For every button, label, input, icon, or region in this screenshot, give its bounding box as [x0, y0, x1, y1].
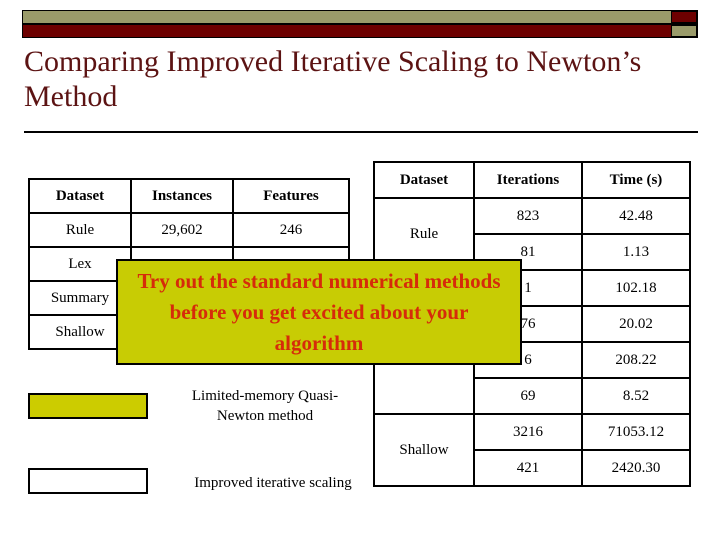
cell-dataset: Rule — [28, 212, 132, 248]
cell-time: 2420.30 — [581, 449, 691, 487]
cell-iterations: 823 — [473, 197, 583, 235]
cell-time: 42.48 — [581, 197, 691, 235]
title-underline-rule — [24, 131, 698, 133]
header-bar-maroon-row — [22, 24, 698, 38]
legend-label-quasi-newton: Limited-memory Quasi-Newton method — [191, 388, 339, 424]
column-header-iterations: Iterations — [473, 161, 583, 199]
column-header-dataset: Dataset — [28, 178, 132, 214]
cell-time: 1.13 — [581, 233, 691, 271]
cell-iterations: 3216 — [473, 413, 583, 451]
header-bar-maroon-cap — [671, 11, 697, 23]
cell-time: 208.22 — [581, 341, 691, 379]
header-bar-khaki-cap — [671, 25, 697, 37]
column-header-features: Features — [232, 178, 350, 214]
cell-time: 8.52 — [581, 377, 691, 415]
table-header-row: Dataset Instances Features — [28, 178, 350, 214]
table-row: Shallow 3216 71053.12 — [373, 413, 691, 487]
column-header-instances: Instances — [130, 178, 234, 214]
cell-iterations: 421 — [473, 449, 583, 487]
cell-time: 102.18 — [581, 269, 691, 307]
callout-box: Try out the standard numerical methods b… — [116, 259, 522, 365]
legend-swatch-quasi-newton — [28, 393, 148, 419]
table-row: Rule 823 42.48 — [373, 197, 691, 271]
column-header-dataset: Dataset — [373, 161, 475, 199]
cell-time: 20.02 — [581, 305, 691, 343]
cell-features: 246 — [232, 212, 350, 248]
legend-swatch-iterative-scaling — [28, 468, 148, 494]
callout-text: Try out the standard numerical methods b… — [137, 268, 501, 355]
cell-time: 71053.12 — [581, 413, 691, 451]
cell-instances: 29,602 — [130, 212, 234, 248]
legend-label-iterative-scaling: Improved iterative scaling — [194, 475, 352, 491]
column-header-time: Time (s) — [581, 161, 691, 199]
header-bar-khaki-row — [22, 10, 698, 24]
cell-dataset: Shallow — [373, 413, 475, 487]
table-header-row: Dataset Iterations Time (s) — [373, 161, 691, 199]
decorative-header-bar — [22, 10, 698, 38]
table-row: Rule 29,602 246 — [28, 212, 350, 248]
page-title: Comparing Improved Iterative Scaling to … — [24, 45, 642, 113]
cell-iterations: 69 — [473, 377, 583, 415]
